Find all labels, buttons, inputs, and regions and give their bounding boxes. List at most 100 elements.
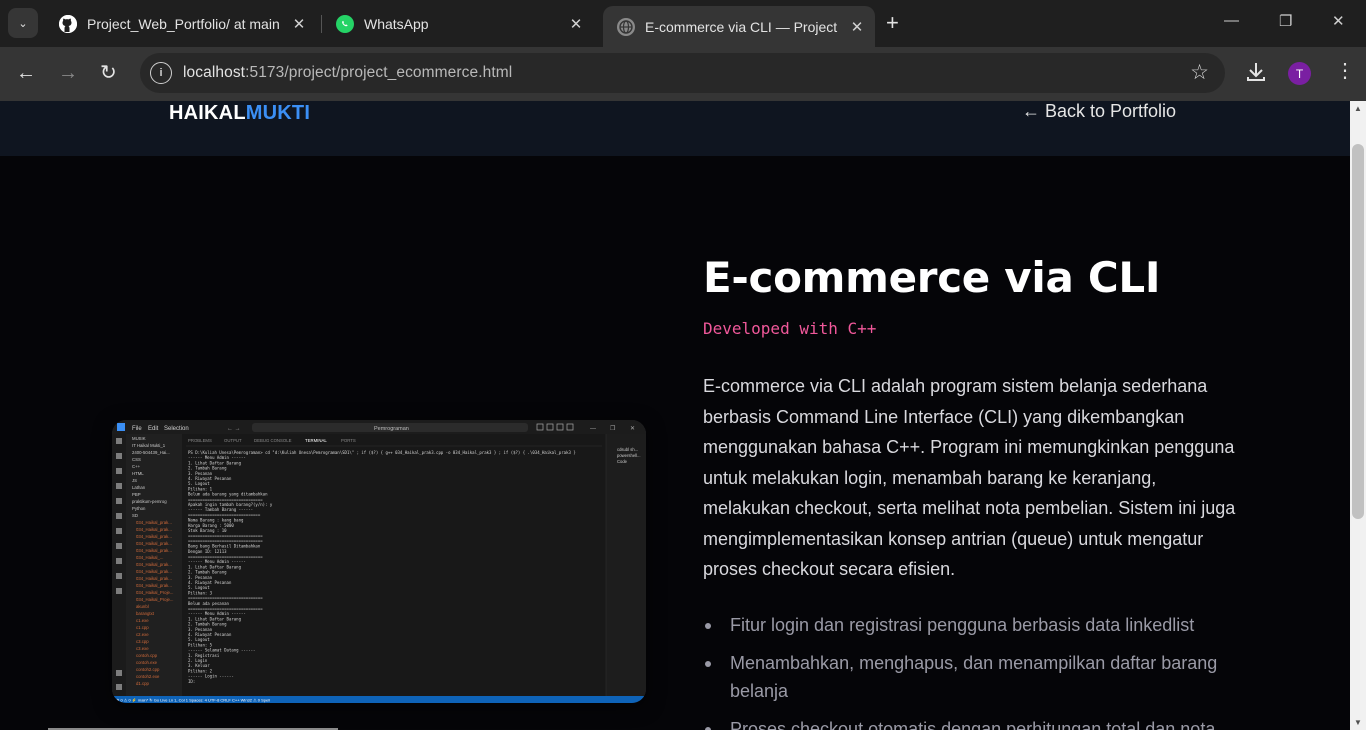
menu-selection: Selection [164,426,189,432]
explorer-item: contoh.cpp [136,653,158,658]
terminal-instance: powershell... [617,453,641,458]
svg-text:← →: ← → [227,426,241,432]
minimize-icon[interactable]: — [1224,12,1239,29]
site-info-icon[interactable]: i [150,62,172,84]
explorer-item: 034_Haikal_prak... [136,576,172,581]
url-text[interactable]: localhost:5173/project/project_ecommerce… [183,64,512,82]
explorer-item: 034_Haikal_prak... [136,583,172,588]
vertical-scrollbar[interactable]: ▲ ▼ [1350,101,1366,730]
new-tab-plus-icon[interactable]: + [886,12,899,34]
panel-tab: OUTPUT [224,438,242,443]
site-logo[interactable]: HAIKALMUKTI [169,102,310,125]
menu-edit: Edit [148,426,159,432]
panel-tab: TERMINAL [305,438,327,443]
terminal-instance: Code [617,459,628,464]
scrollbar-thumb[interactable] [1352,144,1364,519]
panel-tab: DEBUG CONSOLE [254,438,292,443]
panel-tab: PORTS [341,438,356,443]
project-subtitle: Developed with C++ [703,319,877,338]
url-host: localhost [183,64,246,81]
scroll-up-arrow-icon[interactable]: ▲ [1354,104,1362,113]
tab-title: E-commerce via CLI — Project D [645,18,841,35]
explorer-item: HTML [132,471,144,476]
explorer-item: contoh2.exe [136,674,160,679]
whatsapp-icon [336,14,354,33]
restore-icon[interactable]: ❐ [1279,12,1292,30]
explorer-item: CSS [132,457,141,462]
explorer-item: akunbl [136,604,149,609]
tab-whatsapp[interactable]: WhatsApp ✕ [322,7,594,40]
panel-tab: PROBLEMS [188,438,212,443]
svg-text:❐: ❐ [610,425,616,432]
explorer-item: JS [132,478,137,483]
explorer-item: Python [132,506,146,511]
page-viewport: HAIKALMUKTI ← Back to Portfolio File Edi… [0,101,1350,730]
explorer-item: d1.cpp [136,681,150,686]
explorer-item: 034_Haikal_Proje... [136,597,174,602]
explorer-item: 034_Haikal_prak... [136,534,172,539]
explorer-item: 034_Haikal_prak... [136,562,172,567]
bookmark-star-icon[interactable]: ☆ [1190,60,1209,85]
explorer-item: 034_Haikal_prak... [136,548,172,553]
explorer-item: PBP [132,492,141,497]
explorer-item: 034_Haikal_prak... [136,541,172,546]
explorer-item: c1.cpp [136,625,149,630]
svg-text:—: — [590,426,596,432]
back-arrow-icon[interactable]: ← [16,61,36,85]
explorer-item: barangtxt [136,611,155,616]
tab-title: Project_Web_Portfolio/ at main [87,15,280,32]
vscode-logo-icon [117,423,125,431]
project-screenshot: File Edit Selection ← → Pemrograman — ❐ … [112,420,646,703]
project-title: E-commerce via CLI [703,253,1161,302]
explorer-item: 034_Haikal_prak... [136,527,172,532]
svg-text:⊗ 0 ⚠ 0 ⚡ main* ↻ Go Live: ⊗ 0 ⚠ 0 ⚡ main* ↻ Go Live Ln 1, Col 1 Sp… [116,698,270,703]
address-bar[interactable]: i localhost:5173/project/project_ecommer… [140,53,1225,93]
logo-accent: MUKTI [245,102,311,124]
tab-ecommerce-active[interactable]: E-commerce via CLI — Project D ✕ [603,6,875,47]
tab-github[interactable]: Project_Web_Portfolio/ at main ✕ [45,7,317,40]
back-to-portfolio-link[interactable]: ← Back to Portfolio [1022,101,1176,122]
browser-tab-strip: ⌄ Project_Web_Portfolio/ at main ✕ Whats… [0,0,1366,47]
close-icon[interactable]: ✕ [847,17,867,37]
vscode-screenshot-image: File Edit Selection ← → Pemrograman — ❐ … [112,420,646,703]
feature-item: Menambahkan, menghapus, dan menampilkan … [703,649,1263,705]
tab-title: WhatsApp [364,15,429,32]
forward-arrow-icon[interactable]: → [58,61,78,85]
explorer-item: c2.exe [136,632,149,637]
terminal-line: ID: [188,679,195,684]
download-icon[interactable] [1245,60,1267,84]
terminal-line: PS D:\Kuliah Unesa\Pemrograman> cd "d:\K… [188,450,576,455]
explorer-item: c3.cpp [136,639,149,644]
scroll-down-arrow-icon[interactable]: ▼ [1354,718,1362,727]
project-description: E-commerce via CLI adalah program sistem… [703,376,1236,579]
explorer-item: Lathan [132,485,146,490]
explorer-item: IT Haikal Mukti_1 [132,443,166,448]
window-close-icon[interactable]: ✕ [1332,12,1345,30]
search-text: Pemrograman [374,426,409,432]
feature-item: Proses checkout otomatis dengan perhitun… [703,715,1263,730]
more-menu-icon[interactable]: ⋮ [1335,61,1355,81]
explorer-item: c1.exe [136,618,149,623]
reload-icon[interactable]: ↻ [100,61,117,85]
explorer-item: MUSIK [132,436,146,441]
explorer-item: 2400-504439_Hai... [132,450,170,455]
logo-primary: HAIKAL [169,102,246,124]
explorer-item: 034_Haikal_prak... [136,569,172,574]
chevron-down-icon: ⌄ [18,17,28,30]
explorer-item: contoh2.cpp [136,667,160,672]
close-icon[interactable]: ✕ [289,14,309,34]
url-path: :5173/project/project_ecommerce.html [245,64,513,81]
menu-file: File [132,426,142,432]
explorer-item: 034_Haikal_prak... [136,520,172,525]
browser-toolbar: ← → ↻ i localhost:5173/project/project_e… [0,47,1366,101]
close-icon[interactable]: ✕ [566,14,586,34]
explorer-item: c3.exe [136,646,149,651]
github-icon [59,14,77,33]
globe-icon [617,17,635,36]
svg-text:✕: ✕ [630,426,635,432]
profile-avatar[interactable]: T [1288,62,1311,85]
tab-search-button[interactable]: ⌄ [8,8,38,38]
explorer-item: 034_Haikal_... [136,555,163,560]
explorer-item: 034_Haikal_Proje... [136,590,174,595]
terminal-instance: cdsubl sh... [617,447,638,452]
